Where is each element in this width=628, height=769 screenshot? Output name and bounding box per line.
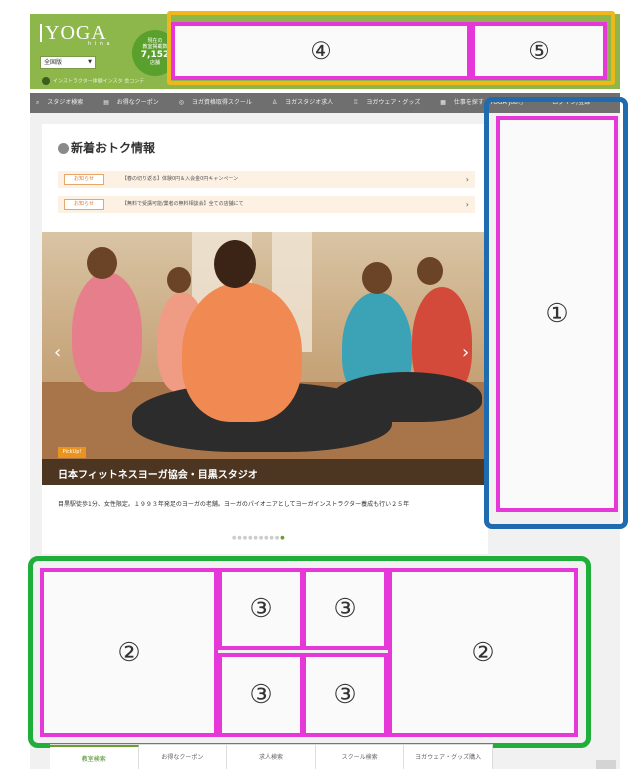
annotation-label-3: ③ xyxy=(249,680,273,710)
annotation-label-4: ④ xyxy=(310,37,332,65)
tab-studio-search[interactable]: 教室検索 xyxy=(50,745,139,769)
bottom-tab-bar: 教室検索 お得なクーポン 求人検索 スクール検索 ヨガウェア・グッズ購入 xyxy=(50,744,493,769)
tab-school[interactable]: スクール検索 xyxy=(316,745,405,769)
instagram-icon xyxy=(42,77,50,85)
pickup-badge: PickUp! xyxy=(58,447,86,458)
annotation-box-3: ③ xyxy=(302,568,388,650)
nav-item-school[interactable]: ◎ ヨガ資格取得スクール xyxy=(173,93,264,113)
annotation-label-3: ③ xyxy=(333,680,357,710)
hero-person-head xyxy=(167,267,191,293)
annotation-box-5: ⑤ xyxy=(471,22,607,80)
logo-subtitle: h i n a xyxy=(88,41,111,47)
header-links[interactable]: インストラクター体験インスタ 会コンテ xyxy=(42,77,144,85)
nav-item-label: お得なクーポン xyxy=(116,99,159,106)
hero-person-legs xyxy=(332,372,482,422)
chevron-right-icon: › xyxy=(465,175,469,184)
annotation-label-1: ① xyxy=(545,299,569,329)
tab-jobs[interactable]: 求人検索 xyxy=(227,745,316,769)
nav-item-label: ヨガ資格取得スクール xyxy=(191,99,252,106)
region-select[interactable]: 全国版 ▼ xyxy=(40,56,96,69)
news-tag: お知らせ xyxy=(64,199,104,210)
nav-item-coupon[interactable]: ▤ お得なクーポン xyxy=(97,93,171,113)
news-row[interactable]: お知らせ 【春の切り返る】体験0円＆入会金0円キャンペーン › xyxy=(58,171,475,188)
new-badge-icon xyxy=(58,143,69,154)
tab-coupon[interactable]: お得なクーポン xyxy=(139,745,228,769)
annotation-box-1: ① xyxy=(496,116,618,512)
header-links-text: インストラクター体験インスタ 会コンテ xyxy=(53,78,145,85)
carousel-dots[interactable]: ●●●●●●●●●● xyxy=(232,535,286,541)
carousel-dot-active[interactable]: ● xyxy=(280,535,285,541)
carousel-prev-icon[interactable]: ‹ xyxy=(54,342,61,363)
tab-goods[interactable]: ヨガウェア・グッズ購入 xyxy=(404,745,493,769)
annotation-box-4: ④ xyxy=(171,22,471,80)
nav-item-studio-search[interactable]: ⌕ スタジオ検索 xyxy=(30,93,95,113)
hero-person-head xyxy=(417,257,443,285)
hero-description: 目黒駅徒歩1分、女性限定。１９９３年発足のヨーガの老舗。ヨーガのパイオニアとして… xyxy=(58,501,410,508)
logo-bar xyxy=(40,24,42,42)
annotation-box-2-right: ② xyxy=(388,568,578,737)
news-text: 【無料で受講可能/業者の無料相談会】全ての店舗にて xyxy=(122,201,244,207)
section-title: 新着おトク情報 xyxy=(58,139,155,156)
annotation-label-2: ② xyxy=(117,637,141,668)
region-select-value: 全国版 xyxy=(44,59,63,66)
carousel-dot-inactive[interactable]: ●●●●●●●●● xyxy=(232,535,280,541)
section-title-text: 新着おトク情報 xyxy=(71,141,156,155)
nav-item-label: ヨガスタジオ求人 xyxy=(285,99,334,106)
chevron-right-icon: › xyxy=(465,200,469,209)
carousel-next-icon[interactable]: › xyxy=(462,342,469,363)
annotation-box-3: ③ xyxy=(218,653,304,737)
hero-title[interactable]: 日本フィットネスヨーガ協会・目黒スタジオ xyxy=(58,466,258,481)
hero-person xyxy=(72,272,142,392)
hero-carousel[interactable]: ‹ › xyxy=(42,232,488,485)
nav-item-goods[interactable]: ♖ ヨガウェア・グッズ xyxy=(347,93,432,113)
annotation-box-3: ③ xyxy=(218,568,304,650)
hero-main-person xyxy=(182,282,302,422)
annotation-label-5: ⑤ xyxy=(528,37,550,65)
hero-main-person-head xyxy=(214,240,256,288)
nav-item-label: ヨガウェア・グッズ xyxy=(366,99,421,106)
annotation-box-3: ③ xyxy=(302,653,388,737)
news-tag: お知らせ xyxy=(64,174,104,185)
news-text: 【春の切り返る】体験0円＆入会金0円キャンペーン xyxy=(122,176,239,182)
scroll-to-top-button[interactable] xyxy=(596,760,616,769)
annotation-label-3: ③ xyxy=(333,594,357,624)
nav-item-jobs[interactable]: ♙ ヨガスタジオ求人 xyxy=(266,93,345,113)
hero-person-head xyxy=(362,262,392,294)
chevron-down-icon: ▼ xyxy=(88,59,92,65)
annotation-label-3: ③ xyxy=(249,594,273,624)
news-row[interactable]: お知らせ 【無料で受講可能/業者の無料相談会】全ての店舗にて › xyxy=(58,196,475,213)
nav-item-label: スタジオ検索 xyxy=(47,99,84,106)
annotation-box-2-left: ② xyxy=(40,568,218,737)
hero-person-head xyxy=(87,247,117,279)
annotation-label-2: ② xyxy=(471,637,495,668)
